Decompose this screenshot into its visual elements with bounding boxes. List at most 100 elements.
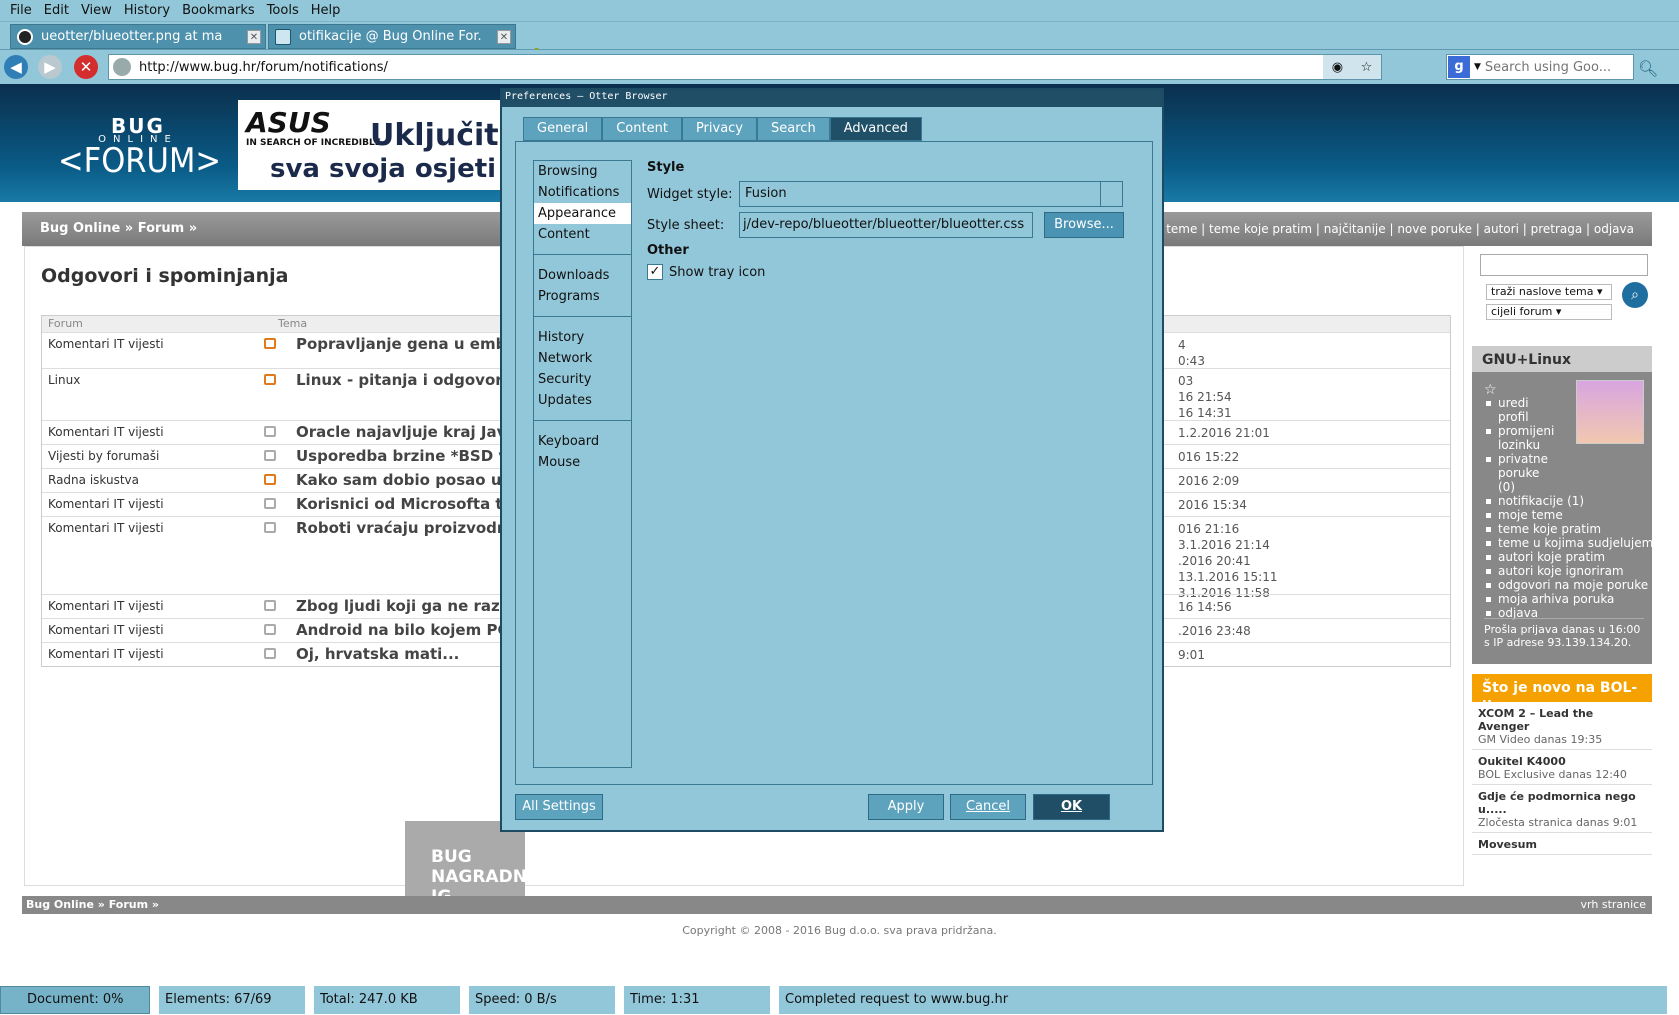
search-scope-select[interactable]: cijeli forum ▾: [1486, 304, 1612, 320]
category-browsing[interactable]: Browsing: [534, 161, 631, 182]
site-logo[interactable]: BUG ONLINE <FORUM>: [58, 114, 221, 181]
news-item[interactable]: Movesum: [1472, 833, 1652, 855]
row-topic[interactable]: Usporedba brzine *BSD vs: [296, 447, 517, 465]
browser-tab-bug-forum[interactable]: otifikacije @ Bug Online For. ✕: [268, 24, 516, 49]
category-downloads[interactable]: Downloads: [534, 265, 631, 286]
menu-view[interactable]: View: [75, 3, 118, 18]
user-link[interactable]: autori koje pratim: [1484, 550, 1654, 564]
category-updates[interactable]: Updates: [534, 390, 631, 411]
ok-button[interactable]: OK: [1033, 794, 1110, 820]
tray-option[interactable]: ✓ Show tray icon: [647, 264, 1137, 280]
user-link[interactable]: moje teme: [1484, 508, 1654, 522]
row-topic[interactable]: Roboti vraćaju proizvodnj: [296, 519, 513, 537]
tab-content[interactable]: Content: [602, 117, 682, 141]
category-mouse[interactable]: Mouse: [534, 452, 631, 473]
category-keyboard[interactable]: Keyboard: [534, 431, 631, 452]
menu-help[interactable]: Help: [305, 3, 347, 18]
row-forum[interactable]: Komentari IT vijesti: [48, 337, 164, 351]
tab-advanced[interactable]: Advanced: [829, 117, 922, 141]
menu-tools[interactable]: Tools: [261, 3, 305, 18]
cancel-button[interactable]: Cancel: [950, 794, 1026, 820]
stop-button[interactable]: ✕: [74, 55, 98, 79]
user-link[interactable]: autori koje ignoriram: [1484, 564, 1654, 578]
user-link[interactable]: teme koje pratim: [1484, 522, 1654, 536]
user-link[interactable]: notifikacije (1): [1484, 494, 1654, 508]
news-item-title[interactable]: Movesum: [1478, 838, 1646, 851]
all-settings-button[interactable]: All Settings: [515, 794, 603, 820]
news-item[interactable]: Gdje će podmornica nego u..... Zločesta s…: [1472, 785, 1652, 833]
user-link[interactable]: privatne poruke (0): [1484, 452, 1556, 494]
category-network[interactable]: Network: [534, 348, 631, 369]
close-tab-icon[interactable]: ✕: [497, 29, 511, 44]
browse-button[interactable]: Browse...: [1044, 212, 1124, 238]
row-forum[interactable]: Komentari IT vijesti: [48, 623, 164, 637]
status-time: Time: 1:31: [624, 985, 770, 1014]
close-tab-icon[interactable]: ✕: [247, 29, 261, 44]
menu-history[interactable]: History: [118, 3, 176, 18]
row-forum[interactable]: Komentari IT vijesti: [48, 497, 164, 511]
tab-general[interactable]: General: [523, 117, 603, 141]
row-topic[interactable]: Oracle najavljuje kraj Java: [296, 423, 517, 441]
apply-button[interactable]: Apply: [868, 794, 944, 820]
category-history[interactable]: History: [534, 327, 631, 348]
row-forum[interactable]: Komentari IT vijesti: [48, 425, 164, 439]
category-notifications[interactable]: Notifications: [534, 182, 631, 203]
row-forum[interactable]: Komentari IT vijesti: [48, 647, 164, 661]
row-topic[interactable]: Android na bilo kojem PC-: [296, 621, 515, 639]
category-appearance[interactable]: Appearance: [534, 203, 631, 224]
row-topic[interactable]: Linux - pitanja i odgovori: [296, 371, 508, 389]
username[interactable]: GNU+Linux: [1472, 346, 1652, 372]
row-topic[interactable]: Kako sam dobio posao u I: [296, 471, 512, 489]
row-forum[interactable]: Komentari IT vijesti: [48, 599, 164, 613]
tab-search[interactable]: Search: [757, 117, 830, 141]
breadcrumb[interactable]: Bug Online » Forum »: [40, 221, 197, 236]
search-input[interactable]: [1484, 59, 1625, 75]
widget-style-select[interactable]: Fusion: [739, 181, 1123, 207]
news-item-title[interactable]: XCOM 2 – Lead the Avenger: [1478, 707, 1646, 733]
row-topic[interactable]: Korisnici od Microsofta tra: [296, 495, 520, 513]
browser-tab-github[interactable]: ueotter/blueotter.png at ma ✕: [10, 24, 266, 49]
row-forum[interactable]: Radna iskustva: [48, 473, 139, 487]
menu-file[interactable]: File: [4, 3, 38, 18]
forum-search-input[interactable]: [1480, 254, 1648, 276]
news-item[interactable]: Oukitel K4000 BOL Exclusive danas 12:40: [1472, 750, 1652, 785]
news-item-title[interactable]: Oukitel K4000: [1478, 755, 1646, 768]
search-icon[interactable]: 🔍︎: [1638, 59, 1658, 79]
back-button[interactable]: ◀: [4, 55, 28, 79]
tray-checkbox[interactable]: ✓: [647, 264, 663, 280]
menu-edit[interactable]: Edit: [38, 3, 75, 18]
category-programs[interactable]: Programs: [534, 286, 631, 307]
tab-privacy[interactable]: Privacy: [681, 117, 758, 141]
row-forum[interactable]: Komentari IT vijesti: [48, 521, 164, 535]
address-bar[interactable]: http://www.bug.hr/forum/notifications/ ◉…: [108, 54, 1382, 80]
search-widget[interactable]: g ▼: [1446, 54, 1634, 80]
chevron-down-icon[interactable]: [1100, 182, 1122, 206]
news-item-title[interactable]: Gdje će podmornica nego u.....: [1478, 790, 1646, 816]
ad-banner[interactable]: ASUS IN SEARCH OF INCREDIBLE Uključit sv…: [238, 100, 502, 190]
row-forum[interactable]: Linux: [48, 373, 80, 387]
user-link[interactable]: moja arhiva poruka: [1484, 592, 1654, 606]
adblock-icon[interactable]: ◉: [1332, 60, 1343, 75]
user-link[interactable]: uredi profil: [1484, 396, 1556, 424]
user-link[interactable]: teme u kojima sudjelujem: [1484, 536, 1654, 550]
row-topic[interactable]: Popravljanje gena u embr: [296, 335, 514, 353]
forward-button[interactable]: ▶: [38, 55, 62, 79]
row-forum[interactable]: Vijesti by forumaši: [48, 449, 159, 463]
category-content[interactable]: Content: [534, 224, 631, 245]
forum-top-links[interactable]: vne teme | teme koje pratim | najčitanij…: [1140, 222, 1634, 236]
row-topic[interactable]: Zbog ljudi koji ga ne razur: [296, 597, 518, 615]
user-link[interactable]: promijeni lozinku: [1484, 424, 1556, 452]
news-item[interactable]: XCOM 2 – Lead the Avenger GM Video danas …: [1472, 702, 1652, 750]
stylesheet-input[interactable]: j/dev-repo/blueotter/blueotter/blueotter…: [739, 212, 1033, 238]
google-icon[interactable]: g: [1448, 56, 1470, 78]
category-security[interactable]: Security: [534, 369, 631, 390]
search-icon[interactable]: ⌕: [1622, 282, 1648, 308]
back-to-top-link[interactable]: vrh stranice: [1581, 898, 1646, 911]
footer-breadcrumb[interactable]: Bug Online » Forum »: [26, 898, 159, 911]
menu-bookmarks[interactable]: Bookmarks: [176, 3, 261, 18]
row-topic[interactable]: Oj, hrvatska mati...: [296, 645, 459, 663]
chevron-down-icon[interactable]: ▼: [1474, 62, 1481, 72]
bookmark-star-icon[interactable]: ☆: [1361, 60, 1373, 75]
user-link[interactable]: odgovori na moje poruke: [1484, 578, 1654, 592]
search-type-select[interactable]: traži naslove tema ▾: [1486, 284, 1612, 300]
